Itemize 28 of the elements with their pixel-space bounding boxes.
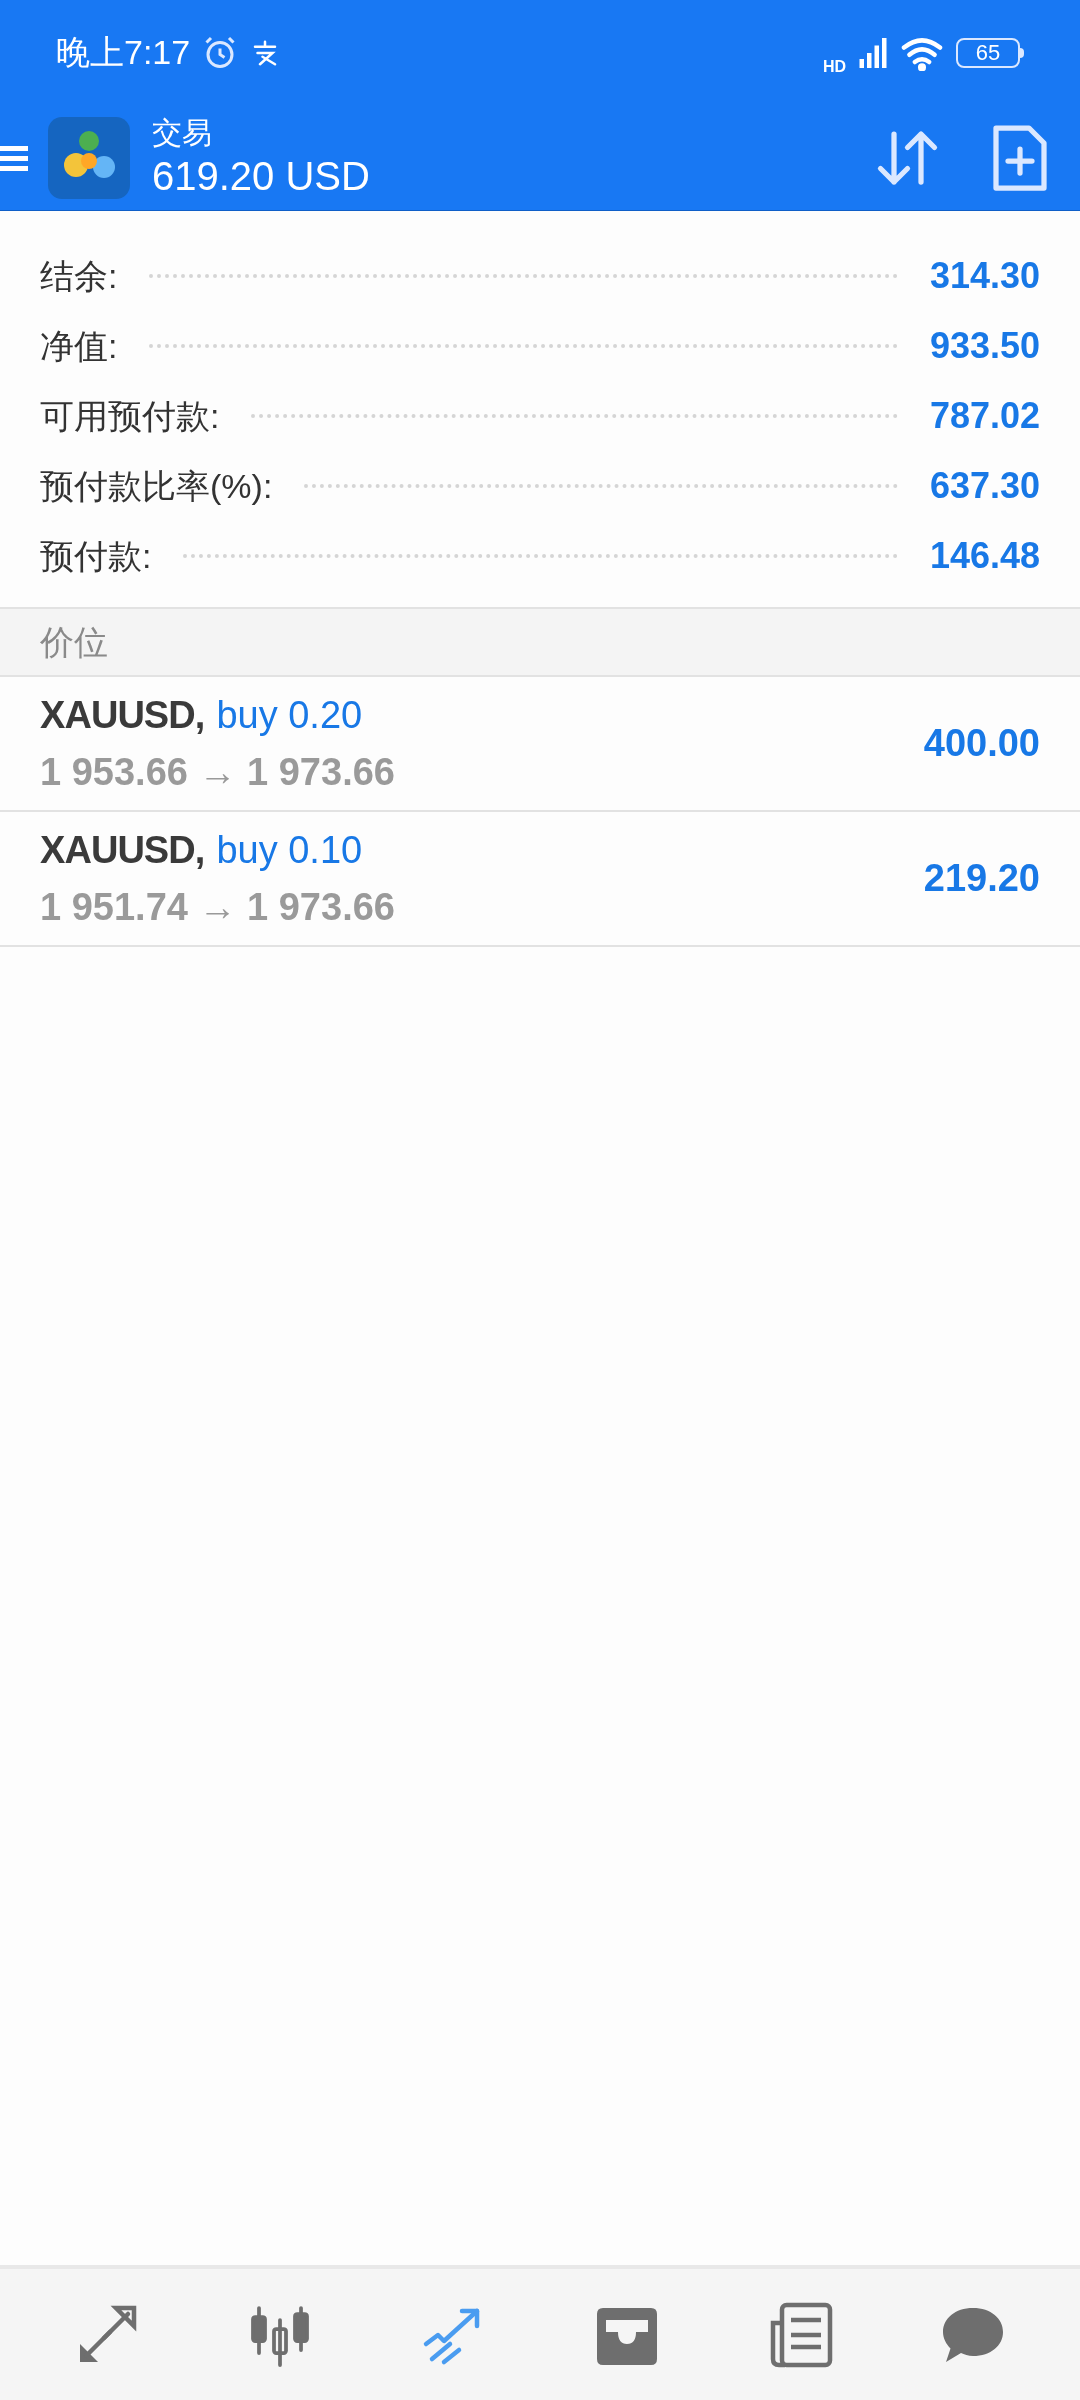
summary-value: 146.48 [929,534,1040,578]
order-type: buy 0.10 [216,827,363,873]
summary-label: 结余: [40,255,118,297]
summary-value: 637.30 [929,464,1040,508]
summary-label: 可用预付款: [40,395,220,437]
clock-time: 晚上7:17 [56,32,191,73]
account-balance: 619.20 USD [152,153,370,201]
position-row[interactable]: XAUUSD, buy 0.10 1 951.74 → 1 973.66 219.20 [0,812,1080,947]
app-logo-icon [48,116,130,199]
network-type: HD [822,56,846,77]
symbol: XAUUSD, [40,827,205,873]
section-title: 价位 [40,621,108,663]
summary-value: 314.30 [929,254,1040,298]
summary-value: 787.02 [929,394,1040,438]
battery-indicator: 65 [956,37,1024,68]
order-type: buy 0.20 [216,692,363,738]
summary-value: 933.50 [929,324,1040,368]
summary-label: 预付款比率(%): [40,465,273,507]
summary-label: 净值: [40,325,118,367]
price-range: 1 951.74 → 1 973.66 [40,884,396,930]
summary-label: 预付款: [40,535,152,577]
profit-value: 400.00 [923,721,1040,766]
position-row[interactable]: XAUUSD, buy 0.20 1 953.66 → 1 973.66 400.00 [0,677,1080,812]
symbol: XAUUSD, [40,692,205,738]
signal-icon [858,37,888,68]
screen-title: 交易 [152,114,213,151]
profit-value: 219.20 [923,856,1040,901]
price-range: 1 953.66 → 1 973.66 [40,749,396,795]
